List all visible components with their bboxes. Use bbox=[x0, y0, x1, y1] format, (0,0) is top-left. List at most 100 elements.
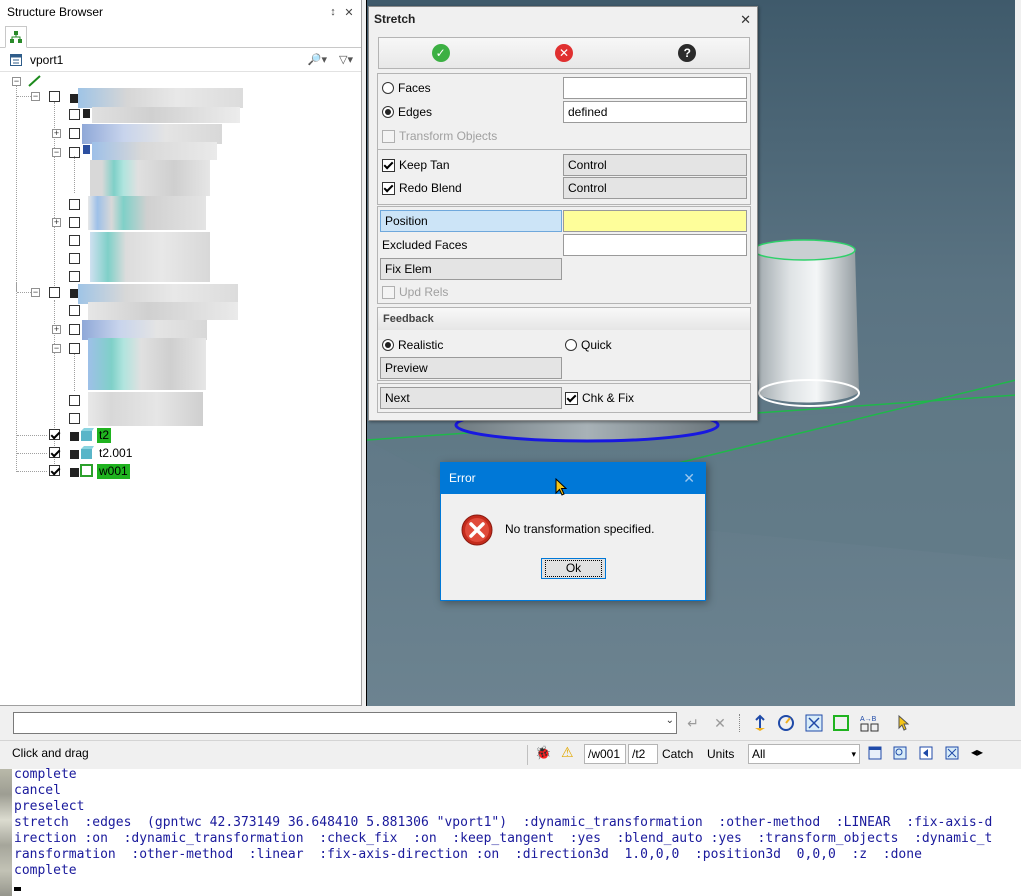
clear-x-icon: ✕ bbox=[714, 714, 726, 731]
axis-tool-button[interactable] bbox=[748, 712, 772, 734]
tree-expand[interactable]: + bbox=[52, 218, 61, 227]
window-icon[interactable] bbox=[868, 746, 882, 763]
tree-checkbox[interactable] bbox=[69, 217, 80, 228]
edges-field[interactable]: defined bbox=[563, 101, 747, 123]
path-field-t2[interactable]: /t2 bbox=[628, 744, 658, 764]
redacted-node bbox=[78, 284, 238, 304]
tree-node-label[interactable]: t2 bbox=[97, 428, 112, 443]
tree-checkbox[interactable] bbox=[69, 271, 80, 282]
tree-collapse[interactable]: − bbox=[52, 148, 61, 157]
pointer-arrow-icon bbox=[898, 714, 910, 731]
close-icon[interactable]: ✕ bbox=[341, 6, 357, 19]
warning-icon[interactable]: ⚠ bbox=[561, 744, 574, 761]
tree-checkbox[interactable] bbox=[69, 305, 80, 316]
tab-tree[interactable] bbox=[5, 26, 27, 48]
tree-checkbox[interactable] bbox=[69, 199, 80, 210]
body-icon bbox=[83, 145, 90, 154]
chevron-down-icon[interactable]: ⌄ bbox=[666, 715, 674, 726]
close-icon[interactable]: ✕ bbox=[683, 463, 695, 494]
faces-field[interactable] bbox=[563, 77, 747, 99]
bug-icon[interactable]: 🐞 bbox=[535, 745, 551, 761]
realistic-radio[interactable]: Realistic bbox=[382, 334, 443, 356]
status-hint: Click and drag bbox=[12, 746, 89, 760]
select-box-button[interactable] bbox=[829, 712, 853, 734]
tree-checkbox-w001[interactable] bbox=[49, 465, 60, 476]
position-field[interactable] bbox=[563, 210, 747, 232]
svg-text:A→B: A→B bbox=[860, 716, 877, 723]
quick-radio[interactable]: Quick bbox=[565, 334, 612, 356]
tree-expand[interactable]: + bbox=[52, 129, 61, 138]
fit-view-icon[interactable] bbox=[945, 746, 959, 763]
fix-elem-button[interactable]: Fix Elem bbox=[380, 258, 562, 280]
pointer-button[interactable] bbox=[892, 712, 916, 734]
tree-checkbox[interactable] bbox=[69, 109, 80, 120]
faces-radio[interactable]: Faces bbox=[382, 77, 431, 99]
binoculars-icon[interactable]: 🔎▾ bbox=[308, 53, 327, 66]
position-group: Position Excluded Faces Fix Elem Upd Rel… bbox=[377, 206, 751, 304]
redacted-node bbox=[90, 160, 210, 196]
pin-icon[interactable]: ↕ bbox=[325, 6, 341, 18]
structure-browser-title: Structure Browser bbox=[7, 5, 104, 19]
body-icon bbox=[81, 428, 94, 441]
tree-collapse-group1[interactable]: − bbox=[31, 92, 40, 101]
console-line: irection :on :dynamic_transformation :ch… bbox=[14, 831, 993, 846]
chk-fix-checkbox[interactable]: Chk & Fix bbox=[565, 387, 634, 409]
zoom-fit-button[interactable] bbox=[802, 712, 826, 734]
tree-checkbox[interactable] bbox=[69, 324, 80, 335]
excluded-faces-label: Excluded Faces bbox=[382, 238, 468, 252]
tree-checkbox[interactable] bbox=[49, 287, 60, 298]
left-right-arrows-icon[interactable]: ◂▸ bbox=[971, 745, 983, 759]
help-button[interactable]: ? bbox=[626, 38, 749, 68]
command-input[interactable]: ⌄ bbox=[13, 712, 677, 734]
keep-tan-control-field[interactable]: Control bbox=[563, 154, 747, 176]
status-bar: Click and drag 🐞 ⚠ /w001 /t2 Catch Units… bbox=[0, 740, 1021, 768]
tree-collapse-root[interactable]: − bbox=[12, 77, 21, 86]
redo-blend-control-field[interactable]: Control bbox=[563, 177, 747, 199]
clear-button[interactable]: ✕ bbox=[708, 712, 732, 734]
close-icon[interactable]: ✕ bbox=[740, 7, 751, 32]
excluded-faces-field[interactable] bbox=[563, 234, 747, 256]
ok-button[interactable]: Ok bbox=[541, 558, 606, 579]
next-button[interactable]: Next bbox=[380, 387, 562, 409]
tree-checkbox-t2001[interactable] bbox=[49, 447, 60, 458]
redacted-node bbox=[90, 232, 210, 282]
cancel-button[interactable]: ✕ bbox=[502, 38, 625, 68]
tree-collapse[interactable]: − bbox=[52, 344, 61, 353]
rotate-tool-button[interactable] bbox=[774, 712, 798, 734]
catch-button[interactable]: Catch bbox=[662, 747, 693, 761]
tree-hierarchy-icon bbox=[10, 31, 22, 43]
tree-checkbox-t2[interactable] bbox=[49, 429, 60, 440]
ok-button[interactable]: ✓ bbox=[379, 38, 502, 68]
filter-select[interactable]: All ▾ bbox=[748, 744, 860, 764]
transform-objects-checkbox[interactable]: Transform Objects bbox=[382, 125, 497, 147]
tree-node-label[interactable]: t2.001 bbox=[97, 446, 134, 461]
tree-checkbox[interactable] bbox=[69, 413, 80, 424]
enter-button[interactable]: ↵ bbox=[681, 712, 705, 734]
prev-view-icon[interactable] bbox=[919, 746, 933, 763]
toolbar-divider bbox=[739, 714, 740, 732]
tree-collapse-group2[interactable]: − bbox=[31, 288, 40, 297]
command-console[interactable]: complete cancel preselect stretch :edges… bbox=[0, 767, 1021, 896]
tree-node-label[interactable]: w001 bbox=[97, 464, 130, 479]
filter-icon[interactable]: ▽▾ bbox=[339, 53, 353, 66]
tree-checkbox[interactable] bbox=[69, 395, 80, 406]
redacted-node bbox=[78, 88, 243, 108]
chevron-down-icon: ▾ bbox=[851, 749, 856, 759]
keep-tan-checkbox[interactable]: Keep Tan bbox=[382, 154, 450, 176]
position-button[interactable]: Position bbox=[380, 210, 562, 232]
redo-blend-checkbox[interactable]: Redo Blend bbox=[382, 177, 462, 199]
units-button[interactable]: Units bbox=[707, 747, 734, 761]
tree-checkbox[interactable] bbox=[69, 128, 80, 139]
edges-radio[interactable]: Edges bbox=[382, 101, 432, 123]
copy-ab-button[interactable]: A→B bbox=[858, 712, 882, 734]
error-x-icon bbox=[461, 514, 493, 546]
tree-checkbox[interactable] bbox=[69, 253, 80, 264]
preview-button[interactable]: Preview bbox=[380, 357, 562, 379]
tree-checkbox[interactable] bbox=[49, 91, 60, 102]
tree-checkbox[interactable] bbox=[69, 235, 80, 246]
path-field-w001[interactable]: /w001 bbox=[584, 744, 626, 764]
zoom-icon[interactable] bbox=[893, 746, 907, 763]
tree-checkbox[interactable] bbox=[69, 343, 80, 354]
upd-rels-checkbox[interactable]: Upd Rels bbox=[382, 281, 448, 303]
tree-expand[interactable]: + bbox=[52, 325, 61, 334]
